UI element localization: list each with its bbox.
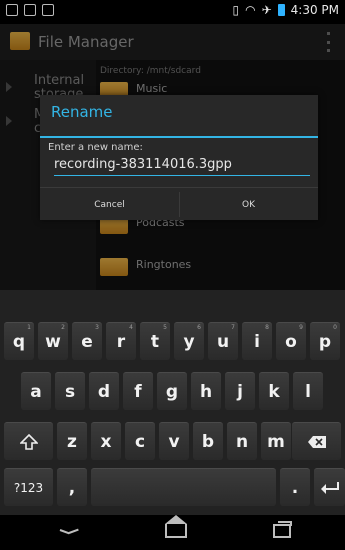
key-g[interactable]: g <box>157 372 187 410</box>
key-u[interactable]: 7u <box>208 322 238 360</box>
key-y[interactable]: 6y <box>174 322 204 360</box>
key-d[interactable]: d <box>89 372 119 410</box>
key-j[interactable]: j <box>225 372 255 410</box>
airplane-icon: ✈ <box>261 3 272 17</box>
battery-icon <box>277 4 285 16</box>
key-z[interactable]: z <box>57 422 87 460</box>
key-q[interactable]: 1q <box>4 322 34 360</box>
key-m[interactable]: m <box>261 422 291 460</box>
input-underline <box>54 175 310 176</box>
status-bar: ▯ ◠ ✈ 4:30 PM <box>0 0 345 24</box>
home-icon[interactable] <box>165 515 187 538</box>
filename-input[interactable]: recording-383114016.3gpp <box>54 156 310 174</box>
key-w[interactable]: 2w <box>38 322 68 360</box>
cancel-button[interactable]: Cancel <box>40 188 179 221</box>
key-c[interactable]: c <box>125 422 155 460</box>
notification-icon <box>24 4 36 16</box>
key-p[interactable]: 0p <box>310 322 340 360</box>
key-t[interactable]: 5t <box>140 322 170 360</box>
key-e[interactable]: 3e <box>72 322 102 360</box>
key-v[interactable]: v <box>159 422 189 460</box>
shift-icon <box>19 433 38 450</box>
comma-key[interactable]: , <box>57 468 87 506</box>
rename-dialog: Rename Enter a new name: recording-38311… <box>40 95 318 220</box>
key-s[interactable]: s <box>55 372 85 410</box>
key-o[interactable]: 9o <box>276 322 306 360</box>
key-r[interactable]: 4r <box>106 322 136 360</box>
clock: 4:30 PM <box>290 3 339 17</box>
key-h[interactable]: h <box>191 372 221 410</box>
dialog-buttons: Cancel OK <box>40 187 318 221</box>
key-l[interactable]: l <box>293 372 323 410</box>
key-b[interactable]: b <box>193 422 223 460</box>
key-i[interactable]: 8i <box>242 322 272 360</box>
shift-key[interactable] <box>4 422 53 460</box>
symbols-key[interactable]: ?123 <box>4 468 53 506</box>
screenshot-notification-icon <box>6 4 18 16</box>
backspace-icon <box>307 435 326 448</box>
period-key[interactable]: . <box>280 468 310 506</box>
ok-button[interactable]: OK <box>179 188 318 221</box>
key-f[interactable]: f <box>123 372 153 410</box>
dialog-title: Rename <box>51 103 113 121</box>
enter-icon <box>320 481 339 494</box>
system-nav-bar <box>0 515 345 550</box>
enter-key[interactable] <box>314 468 345 506</box>
key-x[interactable]: x <box>91 422 121 460</box>
key-a[interactable]: a <box>21 372 51 410</box>
space-key[interactable] <box>91 468 276 506</box>
delete-key[interactable] <box>292 422 341 460</box>
key-k[interactable]: k <box>259 372 289 410</box>
wifi-icon: ◠ <box>245 3 256 17</box>
soft-keyboard: 1q 2w 3e 4r 5t 6y 7u 8i 9o 0p a s d f g … <box>0 290 345 515</box>
dialog-prompt: Enter a new name: <box>48 142 143 153</box>
cat-notification-icon <box>42 4 54 16</box>
vibrate-icon: ▯ <box>232 3 240 17</box>
key-n[interactable]: n <box>227 422 257 460</box>
recent-apps-icon[interactable] <box>273 521 292 538</box>
title-divider <box>40 136 318 138</box>
